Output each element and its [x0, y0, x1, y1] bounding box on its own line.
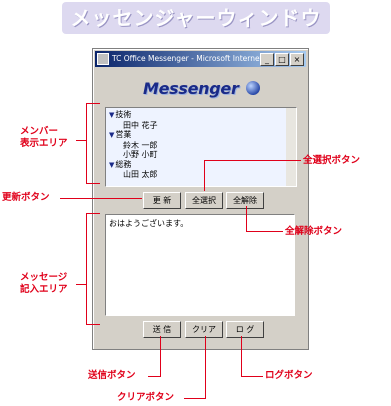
pointer-line [148, 376, 161, 377]
pointer-line [204, 160, 205, 191]
pointer-line [76, 284, 86, 285]
bracket-tick [86, 103, 100, 104]
member-group[interactable]: ▼営業 [109, 130, 296, 141]
member-item[interactable]: 田中 花子 [109, 121, 296, 131]
pointer-line [60, 198, 142, 199]
clear-button[interactable]: クリア [185, 321, 223, 338]
refresh-button[interactable]: 更 新 [143, 192, 181, 209]
window-titlebar[interactable]: TC Office Messenger - Microsoft Internet… [95, 51, 306, 67]
member-item[interactable]: 山田 太郎 [109, 170, 296, 180]
member-area-bracket [86, 103, 87, 183]
bracket-tick [86, 183, 100, 184]
pointer-line [204, 160, 301, 161]
close-button[interactable]: × [290, 53, 304, 66]
messenger-window: TC Office Messenger - Microsoft Internet… [92, 48, 309, 350]
triangle-down-icon[interactable]: ▼ [109, 131, 114, 139]
triangle-down-icon[interactable]: ▼ [109, 161, 114, 169]
triangle-down-icon[interactable]: ▼ [109, 111, 114, 119]
pointer-line [246, 206, 247, 232]
pointer-line [184, 398, 206, 399]
member-list[interactable]: ▼技術 田中 花子 ▼営業 鈴木 一郎 小野 小町 ▼総務 山田 太郎 [105, 107, 297, 187]
member-item[interactable]: 小野 小町 [109, 150, 296, 160]
log-button[interactable]: ロ グ [226, 321, 264, 338]
message-area-bracket [86, 213, 87, 324]
globe-icon [246, 81, 260, 95]
pointer-line [205, 336, 206, 398]
window-controls: _ □ × [260, 53, 304, 66]
bracket-tick [86, 213, 100, 214]
deselect-all-button[interactable]: 全解除 [226, 192, 264, 209]
page-title-banner: メッセンジャーウィンドウ [62, 2, 330, 34]
group-name: 営業 [115, 130, 132, 139]
message-area-label: メッセージ 記入エリア [20, 272, 68, 295]
member-group[interactable]: ▼総務 [109, 160, 296, 171]
maximize-button[interactable]: □ [275, 53, 289, 66]
minimize-button[interactable]: _ [260, 53, 274, 66]
send-button[interactable]: 送 信 [143, 321, 181, 338]
deselect-all-label: 全解除ボタン [285, 226, 343, 237]
pointer-line [76, 140, 86, 141]
select-all-label: 全選択ボタン [303, 155, 361, 166]
window-title: TC Office Messenger - Microsoft Internet… [112, 54, 273, 63]
clear-label: クリアボタン [117, 392, 175, 403]
pointer-line [160, 336, 161, 376]
member-item[interactable]: 鈴木 一郎 [109, 141, 296, 151]
member-list-scrollbar[interactable] [286, 108, 296, 186]
bracket-tick [86, 324, 100, 325]
pointer-line [246, 231, 283, 232]
member-group[interactable]: ▼技術 [109, 110, 296, 121]
messenger-logo: Messenger [143, 79, 239, 98]
pointer-line [241, 376, 263, 377]
log-label: ログボタン [265, 370, 313, 381]
select-all-button[interactable]: 全選択 [185, 192, 223, 209]
group-name: 技術 [115, 110, 132, 119]
pointer-line [241, 336, 242, 376]
ie-app-icon [97, 53, 109, 65]
member-area-label: メンバー 表示エリア [20, 126, 68, 149]
message-text: おはようございます。 [109, 219, 189, 228]
send-label: 送信ボタン [88, 370, 136, 381]
message-input[interactable]: おはようございます。 [105, 214, 295, 316]
refresh-label: 更新ボタン [2, 192, 50, 203]
group-name: 総務 [115, 159, 132, 169]
